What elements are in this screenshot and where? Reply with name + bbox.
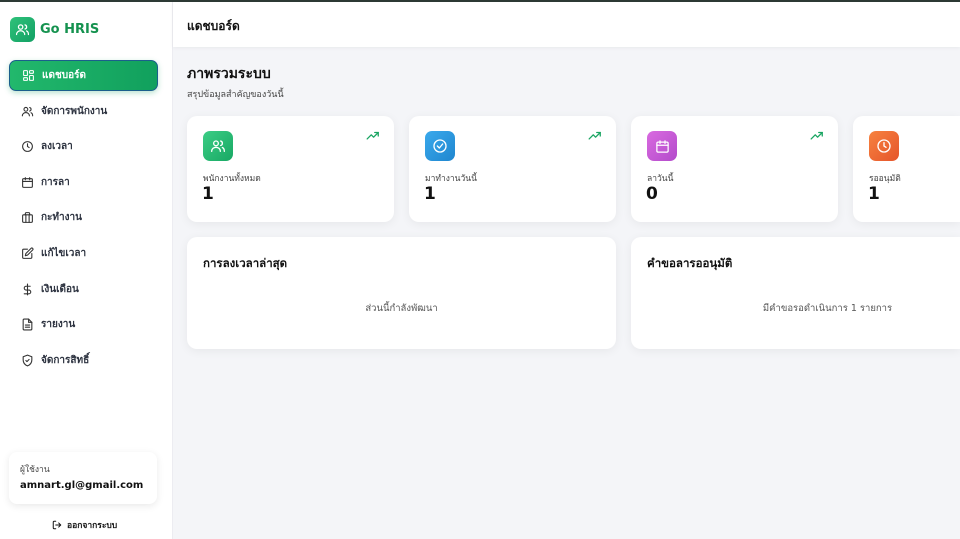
stat-card-present-today: มาทำงานวันนี้ 1: [409, 116, 616, 222]
stat-label: พนักงานทั้งหมด: [203, 174, 261, 184]
sidebar-item-label: แดชบอร์ด: [42, 70, 86, 81]
stat-value: 1: [202, 184, 214, 204]
stat-card-pending-approval: รออนุมัติ 1: [853, 116, 960, 222]
stat-label: มาทำงานวันนี้: [425, 174, 477, 184]
sidebar-item-reports[interactable]: รายงาน: [9, 309, 158, 340]
sidebar: Go HRIS แดชบอร์ด จัดการพนักงาน ลงเวลา กา…: [0, 2, 173, 539]
shield-icon: [20, 353, 34, 367]
header-title: แดชบอร์ด: [187, 19, 240, 33]
stat-label: รออนุมัติ: [869, 174, 901, 184]
user-role-label: ผู้ใช้งาน: [20, 465, 50, 475]
sidebar-item-permissions[interactable]: จัดการสิทธิ์: [9, 345, 158, 376]
page-title: ภาพรวมระบบ: [187, 66, 271, 82]
check-circle-icon: [425, 131, 455, 161]
users-icon: [20, 104, 34, 118]
top-header: แดชบอร์ด: [173, 2, 960, 47]
user-email: amnart.gl@gmail.com: [20, 480, 144, 491]
panel-body-text: ส่วนนี้กำลังพัฒนา: [365, 303, 438, 314]
user-card: ผู้ใช้งาน amnart.gl@gmail.com: [9, 452, 157, 504]
report-icon: [20, 318, 34, 332]
logout-label: ออกจากระบบ: [67, 521, 118, 531]
sidebar-item-label: จัดการพนักงาน: [41, 105, 108, 117]
recent-attendance-panel: การลงเวลาล่าสุด ส่วนนี้กำลังพัฒนา: [187, 237, 616, 349]
logout-icon: [52, 520, 63, 531]
stat-label: ลาวันนี้: [647, 174, 674, 184]
dollar-icon: [20, 282, 34, 296]
sidebar-item-employees[interactable]: จัดการพนักงาน: [9, 96, 158, 127]
stat-value: 1: [424, 184, 436, 204]
edit-icon: [20, 246, 34, 260]
sidebar-item-timeclock[interactable]: ลงเวลา: [9, 131, 158, 162]
panel-title: คำขอลารออนุมัติ: [647, 256, 733, 270]
stat-value: 0: [646, 184, 658, 204]
sidebar-item-shifts[interactable]: กะทำงาน: [9, 202, 158, 233]
sidebar-item-label: การลา: [41, 176, 70, 188]
sidebar-item-label: กะทำงาน: [41, 212, 82, 224]
sidebar-item-payroll[interactable]: เงินเดือน: [9, 274, 158, 305]
clock-icon: [20, 140, 34, 154]
brand[interactable]: Go HRIS: [10, 17, 99, 42]
app-name: Go HRIS: [40, 22, 100, 37]
sidebar-item-time-edit[interactable]: แก้ไขเวลา: [9, 238, 158, 269]
clock-icon: [869, 131, 899, 161]
stat-value: 1: [868, 184, 880, 204]
sidebar-item-leave[interactable]: การลา: [9, 167, 158, 198]
trending-up-icon: [810, 131, 823, 140]
pending-leave-panel: คำขอลารออนุมัติ มีคำขอรอดำเนินการ 1 รายก…: [631, 237, 960, 349]
trending-up-icon: [588, 131, 601, 140]
sidebar-item-label: รายงาน: [41, 319, 76, 331]
panel-title: การลงเวลาล่าสุด: [203, 256, 288, 270]
sidebar-item-label: แก้ไขเวลา: [41, 247, 87, 259]
panel-body-text: มีคำขอรอดำเนินการ 1 รายการ: [762, 303, 893, 314]
users-logo-icon: [10, 17, 35, 42]
sidebar-item-dashboard[interactable]: แดชบอร์ด: [9, 60, 158, 91]
calendar-icon: [647, 131, 677, 161]
calendar-icon: [20, 175, 34, 189]
stat-card-leave-today: ลาวันนี้ 0: [631, 116, 838, 222]
logout-button[interactable]: ออกจากระบบ: [52, 518, 117, 532]
sidebar-item-label: เงินเดือน: [41, 283, 79, 295]
sidebar-nav: แดชบอร์ด จัดการพนักงาน ลงเวลา การลา กะทำ…: [9, 60, 158, 380]
dashboard-icon: [21, 69, 35, 83]
briefcase-icon: [20, 211, 34, 225]
sidebar-item-label: ลงเวลา: [41, 141, 73, 153]
sidebar-item-label: จัดการสิทธิ์: [41, 354, 90, 366]
stat-card-total-employees: พนักงานทั้งหมด 1: [187, 116, 394, 222]
users-icon: [203, 131, 233, 161]
trending-up-icon: [366, 131, 379, 140]
page-subtitle: สรุปข้อมูลสำคัญของวันนี้: [187, 90, 284, 100]
